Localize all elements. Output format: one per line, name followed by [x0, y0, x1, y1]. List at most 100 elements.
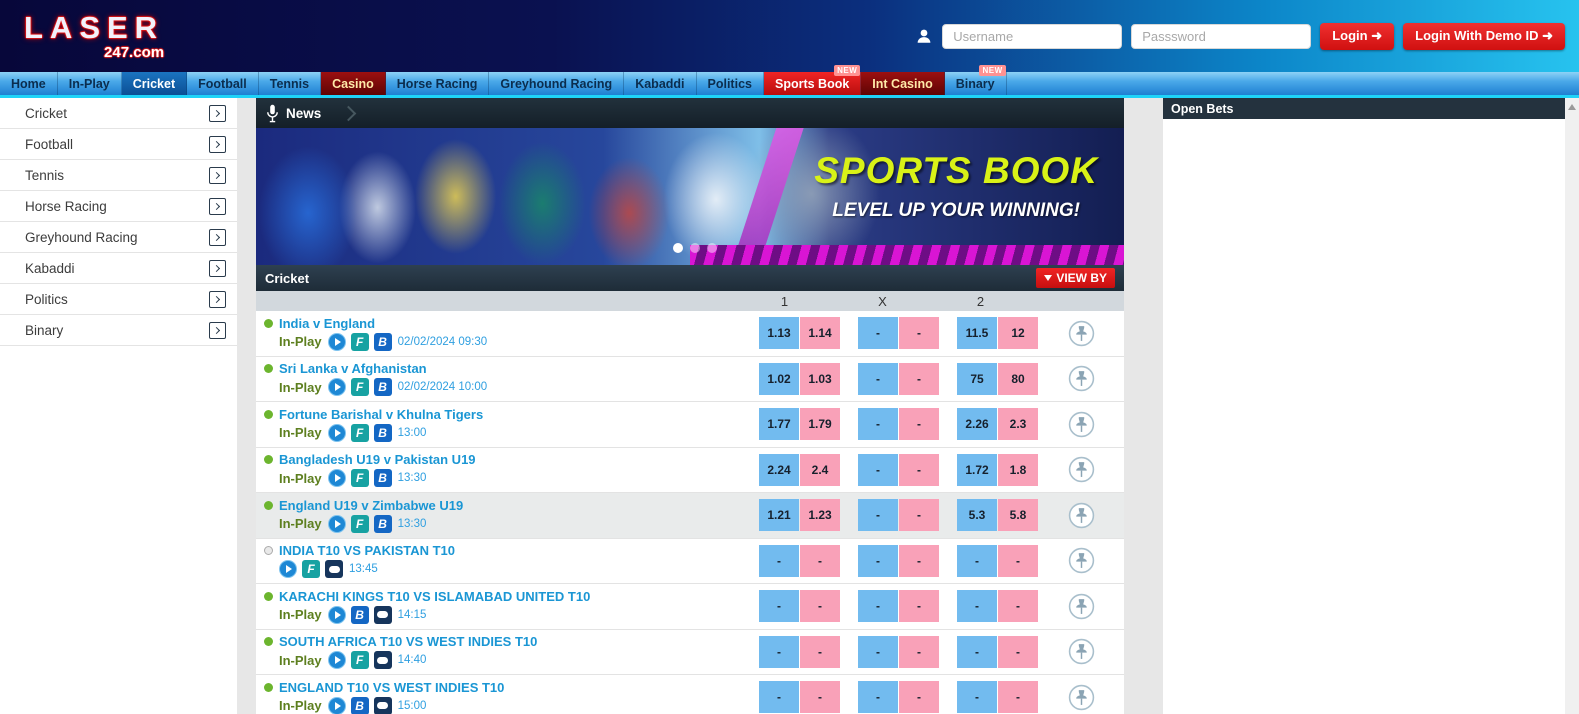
view-by-button[interactable]: VIEW BY — [1036, 268, 1115, 288]
f-icon[interactable]: F — [350, 423, 369, 442]
odds-cell-lay[interactable]: - — [800, 635, 840, 668]
odds-cell-back[interactable]: - — [858, 362, 898, 395]
nav-item[interactable]: Int Casino — [861, 72, 945, 95]
expand-arrow-icon[interactable] — [209, 259, 226, 277]
odds-cell-back[interactable]: 1.21 — [759, 499, 799, 532]
f-icon[interactable]: F — [350, 514, 369, 533]
nav-item[interactable]: Cricket — [121, 72, 188, 95]
odds-cell-back[interactable]: 1.02 — [759, 362, 799, 395]
odds-cell-lay[interactable]: - — [899, 317, 939, 350]
odds-cell-lay[interactable]: - — [899, 408, 939, 441]
sidebar-item-cricket[interactable]: Cricket — [0, 98, 237, 129]
username-input[interactable] — [942, 23, 1123, 49]
odds-cell-back[interactable]: 2.26 — [957, 408, 997, 441]
odds-cell-lay[interactable]: 1.14 — [800, 317, 840, 350]
odds-cell-back[interactable]: - — [957, 590, 997, 623]
promo-banner[interactable]: SPORTS BOOK LEVEL UP YOUR WINNING! — [256, 128, 1124, 265]
odds-cell-back[interactable]: - — [759, 544, 799, 577]
password-input[interactable] — [1131, 23, 1312, 49]
pin-icon[interactable] — [1068, 456, 1095, 483]
nav-item[interactable]: Kabaddi — [624, 72, 697, 95]
sidebar-item-horse-racing[interactable]: Horse Racing — [0, 191, 237, 222]
gamepad-icon[interactable] — [373, 696, 392, 714]
odds-cell-lay[interactable]: - — [800, 590, 840, 623]
match-name-link[interactable]: ENGLAND T10 VS WEST INDIES T10 — [279, 680, 504, 695]
odds-cell-back[interactable]: - — [858, 408, 898, 441]
odds-cell-lay[interactable]: - — [899, 453, 939, 486]
nav-item[interactable]: Horse Racing — [386, 72, 490, 95]
nav-item[interactable]: Home — [0, 72, 58, 95]
odds-cell-lay[interactable]: 80 — [998, 362, 1038, 395]
nav-item[interactable]: Sports Book NEW — [763, 65, 862, 95]
odds-cell-lay[interactable]: - — [998, 635, 1038, 668]
odds-cell-lay[interactable]: 1.8 — [998, 453, 1038, 486]
odds-cell-lay[interactable]: - — [998, 590, 1038, 623]
page-scrollbar[interactable] — [1565, 98, 1579, 714]
b-icon[interactable]: B — [373, 423, 392, 442]
f-icon[interactable]: F — [350, 469, 369, 488]
odds-cell-lay[interactable]: 12 — [998, 317, 1038, 350]
sidebar-item-politics[interactable]: Politics — [0, 284, 237, 315]
odds-cell-back[interactable]: - — [957, 544, 997, 577]
sidebar-item-greyhound-racing[interactable]: Greyhound Racing — [0, 222, 237, 253]
nav-item[interactable]: In-Play — [58, 72, 122, 95]
b-icon[interactable]: B — [373, 332, 392, 351]
match-name-link[interactable]: INDIA T10 VS PAKISTAN T10 — [279, 543, 455, 558]
odds-cell-lay[interactable]: 2.3 — [998, 408, 1038, 441]
odds-cell-lay[interactable]: - — [899, 635, 939, 668]
pin-icon[interactable] — [1068, 638, 1095, 665]
odds-cell-lay[interactable]: - — [899, 362, 939, 395]
match-name-link[interactable]: Sri Lanka v Afghanistan — [279, 361, 427, 376]
odds-cell-lay[interactable]: - — [899, 681, 939, 714]
gamepad-icon[interactable] — [325, 560, 343, 579]
b-icon[interactable]: B — [373, 469, 392, 488]
scroll-up-arrow-icon[interactable] — [1568, 104, 1576, 110]
gamepad-icon[interactable] — [373, 605, 392, 624]
odds-cell-back[interactable]: 11.5 — [957, 317, 997, 350]
f-icon[interactable]: F — [350, 332, 369, 351]
play-icon[interactable] — [327, 378, 346, 397]
odds-cell-back[interactable]: - — [858, 499, 898, 532]
odds-cell-back[interactable]: - — [759, 590, 799, 623]
odds-cell-lay[interactable]: - — [899, 499, 939, 532]
nav-item[interactable]: Binary NEW — [945, 65, 1007, 95]
match-name-link[interactable]: Fortune Barishal v Khulna Tigers — [279, 407, 483, 422]
pin-icon[interactable] — [1068, 547, 1095, 574]
odds-cell-lay[interactable]: - — [899, 590, 939, 623]
match-name-link[interactable]: Bangladesh U19 v Pakistan U19 — [279, 452, 476, 467]
odds-cell-lay[interactable]: - — [998, 681, 1038, 714]
b-icon[interactable]: B — [373, 514, 392, 533]
nav-item[interactable]: Football — [187, 72, 259, 95]
odds-cell-lay[interactable]: 5.8 — [998, 499, 1038, 532]
sidebar-item-kabaddi[interactable]: Kabaddi — [0, 253, 237, 284]
odds-cell-lay[interactable]: - — [800, 681, 840, 714]
expand-arrow-icon[interactable] — [209, 321, 226, 339]
pin-icon[interactable] — [1068, 320, 1095, 347]
odds-cell-back[interactable]: - — [858, 681, 898, 714]
odds-cell-lay[interactable]: - — [899, 544, 939, 577]
gamepad-icon[interactable] — [373, 651, 392, 670]
match-name-link[interactable]: KARACHI KINGS T10 VS ISLAMABAD UNITED T1… — [279, 589, 590, 604]
pin-icon[interactable] — [1068, 593, 1095, 620]
odds-cell-back[interactable]: - — [759, 635, 799, 668]
expand-arrow-icon[interactable] — [209, 228, 226, 246]
sidebar-item-binary[interactable]: Binary — [0, 315, 237, 346]
odds-cell-lay[interactable]: - — [800, 544, 840, 577]
odds-cell-back[interactable]: 75 — [957, 362, 997, 395]
odds-cell-back[interactable]: - — [858, 317, 898, 350]
odds-cell-back[interactable]: 1.13 — [759, 317, 799, 350]
nav-item[interactable]: Casino — [321, 72, 386, 95]
odds-cell-lay[interactable]: 1.79 — [800, 408, 840, 441]
odds-cell-back[interactable]: - — [858, 453, 898, 486]
odds-cell-lay[interactable]: 1.03 — [800, 362, 840, 395]
site-logo[interactable]: LASER 247.com — [24, 12, 164, 60]
sidebar-item-football[interactable]: Football — [0, 129, 237, 160]
f-icon[interactable]: F — [350, 378, 369, 397]
expand-arrow-icon[interactable] — [209, 104, 226, 122]
expand-arrow-icon[interactable] — [209, 135, 226, 153]
odds-cell-back[interactable]: - — [957, 681, 997, 714]
play-icon[interactable] — [279, 560, 297, 579]
play-icon[interactable] — [327, 696, 346, 714]
b-icon[interactable]: B — [350, 605, 369, 624]
b-icon[interactable]: B — [373, 378, 392, 397]
